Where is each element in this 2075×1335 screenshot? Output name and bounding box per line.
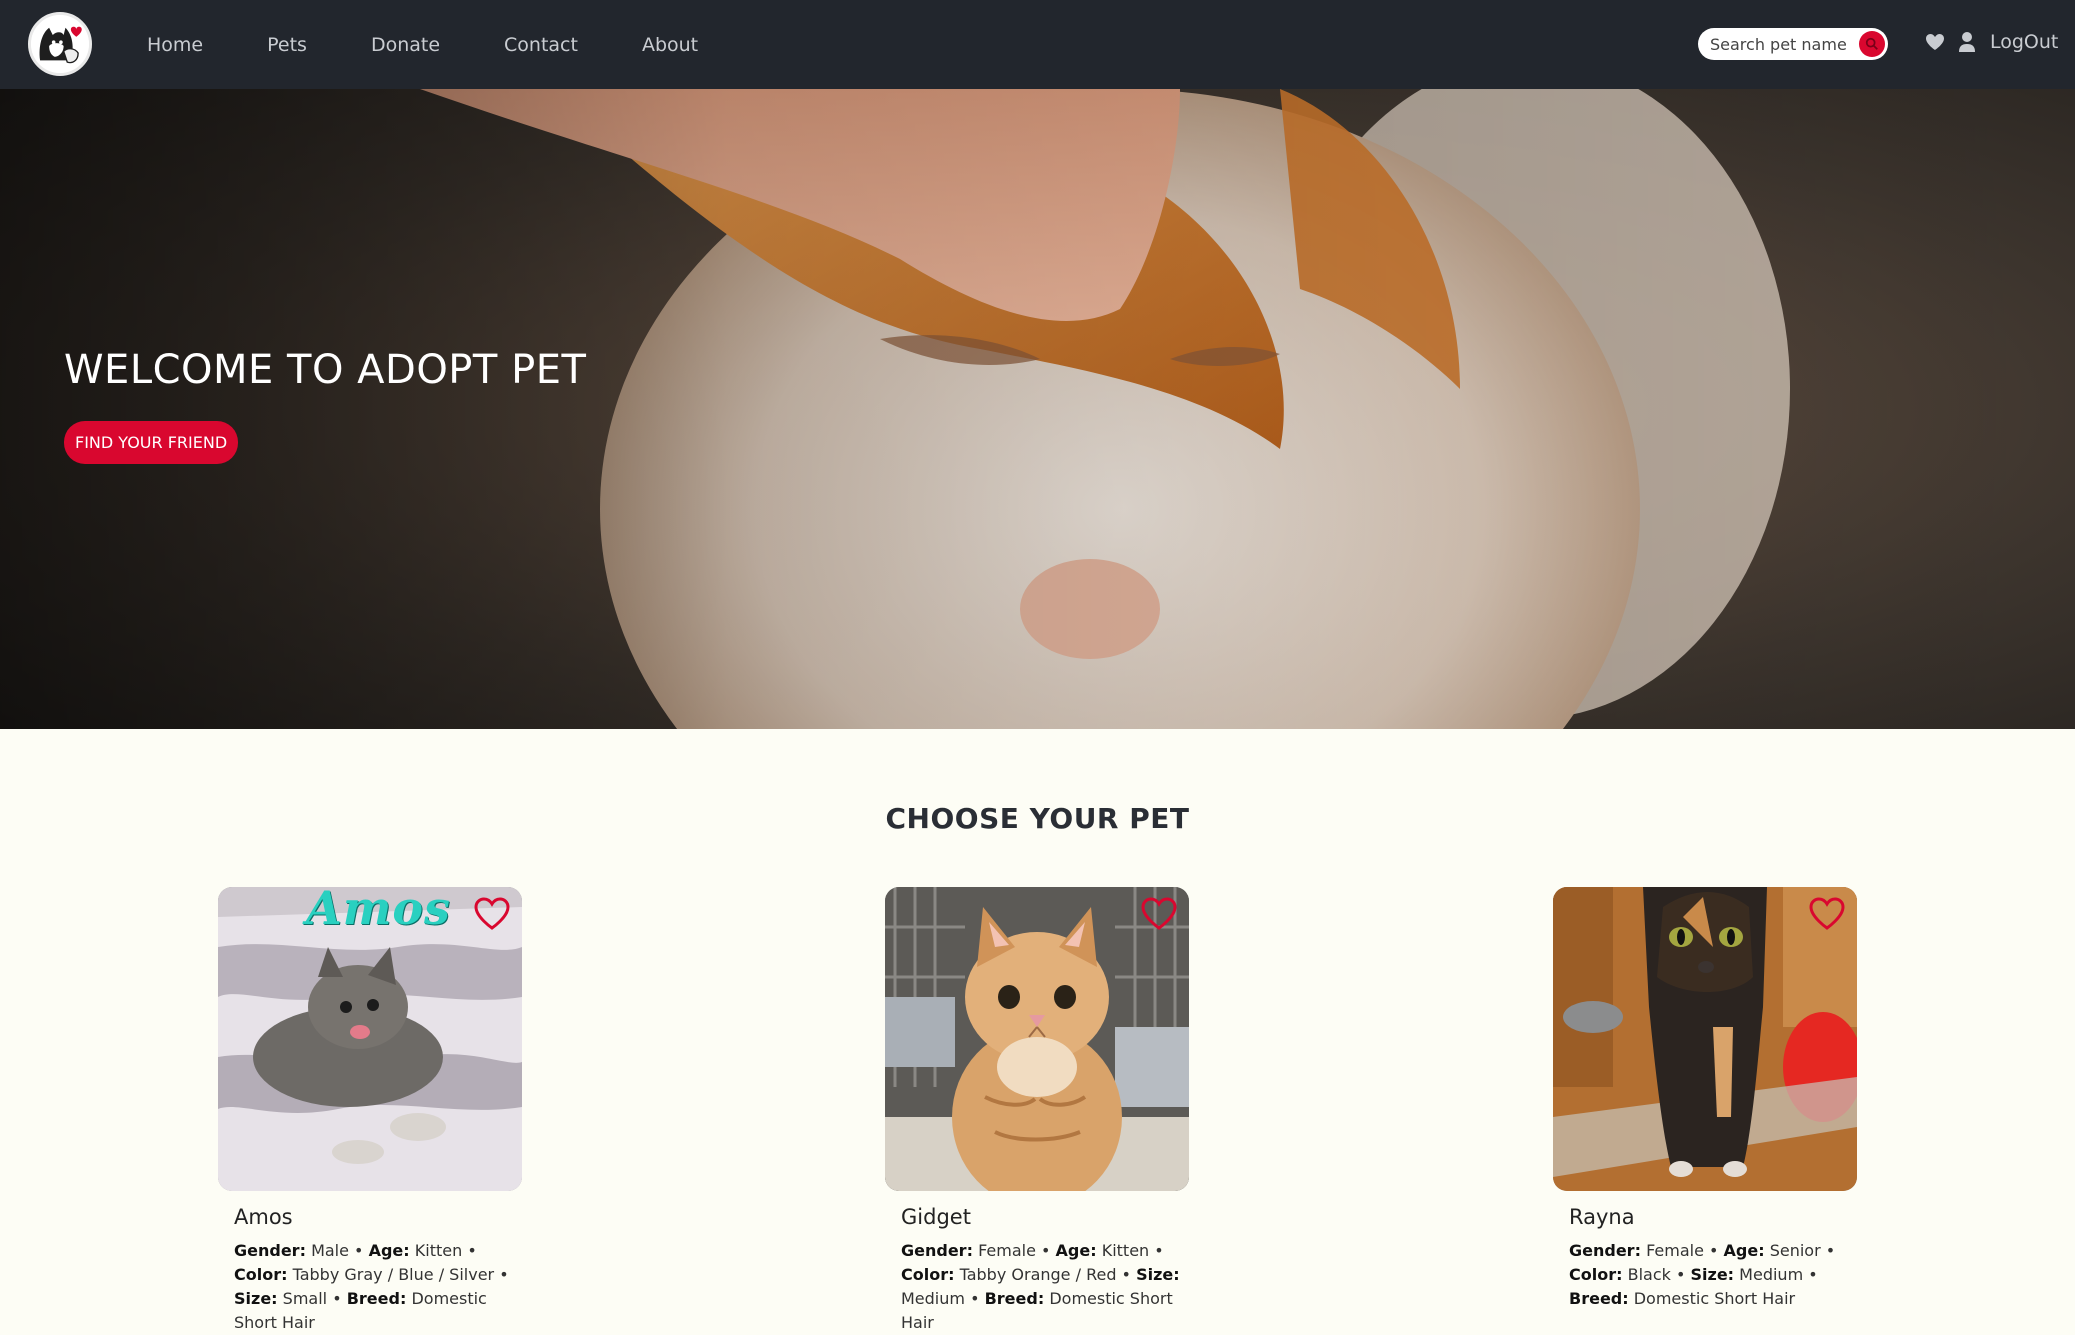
pet-details: Gender: Male • Age: Kitten • Color: Tabb… xyxy=(234,1239,524,1335)
search-icon xyxy=(1865,37,1878,50)
pet-photo-rayna xyxy=(1553,887,1857,1191)
label-age: Age: xyxy=(1723,1241,1765,1260)
pet-photo-frame: Amos xyxy=(218,887,522,1191)
favorite-heart-icon[interactable] xyxy=(474,897,510,931)
hero-banner: WELCOME TO ADOPT PET FIND YOUR FRIEND xyxy=(0,89,2075,729)
favorite-heart-icon[interactable] xyxy=(1141,897,1177,931)
top-navbar: Home Pets Donate Contact About LogOut xyxy=(0,0,2075,89)
nav-home[interactable]: Home xyxy=(147,34,203,56)
separator: • xyxy=(462,1241,477,1260)
pet-age: Kitten xyxy=(414,1241,463,1260)
separator: • xyxy=(1703,1241,1724,1260)
pet-card-amos[interactable]: Amos Amos Gender: Male • Age: Kitten • C… xyxy=(218,887,522,1335)
nav-pets[interactable]: Pets xyxy=(267,34,307,56)
hero-cat-photo xyxy=(0,89,2075,729)
separator: • xyxy=(1820,1241,1836,1260)
label-breed: Breed: xyxy=(346,1289,407,1308)
nav-donate[interactable]: Donate xyxy=(371,34,440,56)
pet-color: Black xyxy=(1627,1265,1671,1284)
search-button[interactable] xyxy=(1859,31,1885,57)
site-logo[interactable] xyxy=(28,12,92,76)
label-size: Size: xyxy=(1136,1265,1180,1284)
label-breed: Breed: xyxy=(984,1289,1045,1308)
label-age: Age: xyxy=(1055,1241,1097,1260)
hero-title: WELCOME TO ADOPT PET xyxy=(64,347,587,393)
pet-age: Senior xyxy=(1769,1241,1821,1260)
search-input[interactable] xyxy=(1710,34,1850,54)
label-breed: Breed: xyxy=(1569,1289,1629,1308)
label-gender: Gender: xyxy=(234,1241,306,1260)
separator: • xyxy=(964,1289,985,1308)
photo-caption-text: Amos xyxy=(306,887,451,935)
pet-color: Tabby Orange / Red xyxy=(959,1265,1117,1284)
nav-contact[interactable]: Contact xyxy=(504,34,578,56)
label-age: Age: xyxy=(368,1241,410,1260)
pet-gender: Female xyxy=(978,1241,1036,1260)
find-your-friend-button[interactable]: FIND YOUR FRIEND xyxy=(64,421,239,464)
label-color: Color: xyxy=(1569,1265,1623,1284)
pet-size: Small xyxy=(282,1289,328,1308)
pet-photo-frame xyxy=(885,887,1189,1191)
label-size: Size: xyxy=(234,1289,278,1308)
separator: • xyxy=(348,1241,369,1260)
separator: • xyxy=(1149,1241,1164,1260)
pet-details: Gender: Female • Age: Kitten • Color: Ta… xyxy=(901,1239,1191,1335)
pet-gender: Female xyxy=(1646,1241,1704,1260)
pet-card-gidget[interactable]: Gidget Gender: Female • Age: Kitten • Co… xyxy=(885,887,1189,1335)
label-color: Color: xyxy=(234,1265,288,1284)
pet-size: Medium xyxy=(1739,1265,1804,1284)
main-nav: Home Pets Donate Contact About xyxy=(147,0,698,89)
separator: • xyxy=(494,1265,509,1284)
label-color: Color: xyxy=(901,1265,955,1284)
pet-photo-frame xyxy=(1553,887,1857,1191)
favorites-heart-icon[interactable] xyxy=(1925,33,1945,51)
pet-size: Medium xyxy=(901,1289,965,1308)
search-bar xyxy=(1698,28,1888,60)
logout-link[interactable]: LogOut xyxy=(1990,31,2058,53)
pet-details: Gender: Female • Age: Senior • Color: Bl… xyxy=(1569,1239,1859,1311)
favorite-heart-icon[interactable] xyxy=(1809,897,1845,931)
pet-card-rayna[interactable]: Rayna Gender: Female • Age: Senior • Col… xyxy=(1553,887,1857,1311)
separator: • xyxy=(1670,1265,1691,1284)
separator: • xyxy=(1035,1241,1056,1260)
nav-about[interactable]: About xyxy=(642,34,698,56)
pet-name: Amos xyxy=(234,1205,293,1229)
separator: • xyxy=(327,1289,347,1308)
pet-gender: Male xyxy=(311,1241,349,1260)
pet-photo-gidget xyxy=(885,887,1189,1191)
pet-breed: Domestic Short Hair xyxy=(1633,1289,1796,1308)
pet-age: Kitten xyxy=(1101,1241,1150,1260)
pet-name: Rayna xyxy=(1569,1205,1635,1229)
label-gender: Gender: xyxy=(1569,1241,1641,1260)
label-size: Size: xyxy=(1690,1265,1735,1284)
cat-dog-logo-icon xyxy=(31,15,89,73)
pet-name: Gidget xyxy=(901,1205,971,1229)
label-gender: Gender: xyxy=(901,1241,973,1260)
section-title: CHOOSE YOUR PET xyxy=(885,802,1190,835)
separator: • xyxy=(1803,1265,1818,1284)
pet-color: Tabby Gray / Blue / Silver xyxy=(292,1265,495,1284)
user-icon[interactable] xyxy=(1958,31,1976,53)
separator: • xyxy=(1116,1265,1137,1284)
